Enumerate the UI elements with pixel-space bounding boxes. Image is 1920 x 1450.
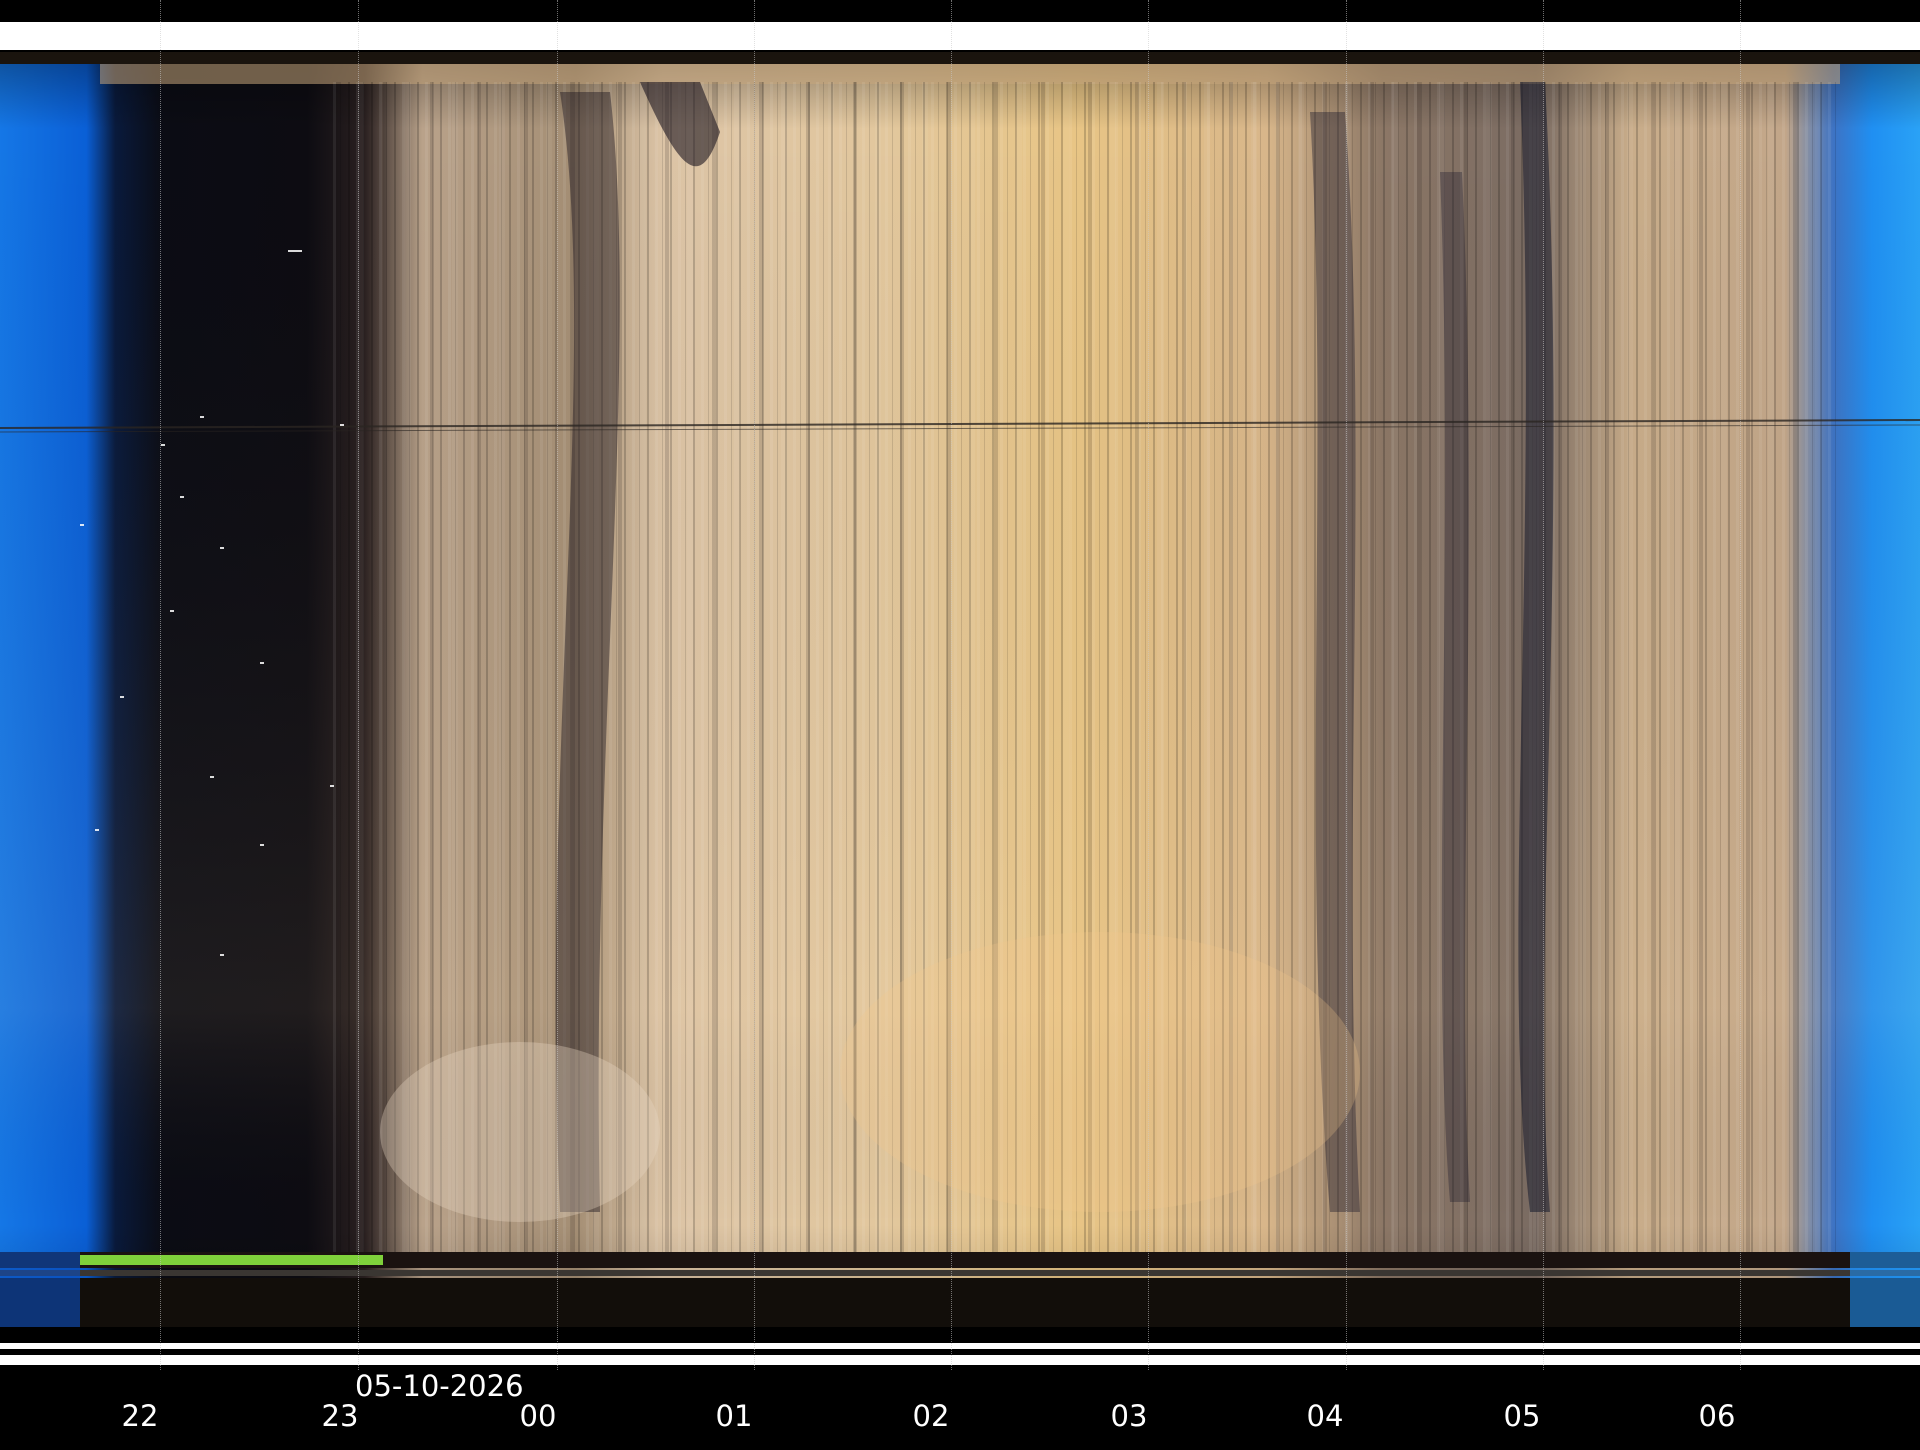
gridline-00 xyxy=(557,0,558,1370)
hour-label-02: 02 xyxy=(912,1399,950,1433)
gridline-05 xyxy=(1543,0,1544,1370)
hour-label-05: 05 xyxy=(1503,1399,1541,1433)
hour-label-03: 03 xyxy=(1110,1399,1148,1433)
gridline-01 xyxy=(754,0,755,1370)
gridline-03 xyxy=(1148,0,1149,1370)
frame-band-top xyxy=(0,22,1920,50)
gridline-06 xyxy=(1740,0,1741,1370)
gridline-04 xyxy=(1346,0,1347,1370)
frame-band-bottom-2 xyxy=(0,1355,1920,1365)
hour-label-04: 04 xyxy=(1306,1399,1344,1433)
hour-label-00: 00 xyxy=(519,1399,557,1433)
gridline-23 xyxy=(358,0,359,1370)
keogram-image xyxy=(0,52,1920,1327)
keogram-viewer: 05-10-2026 22 23 00 01 02 03 04 05 06 xyxy=(0,0,1920,1450)
hour-label-01: 01 xyxy=(715,1399,753,1433)
gridline-22 xyxy=(160,0,161,1370)
date-label: 05-10-2026 xyxy=(355,1369,524,1403)
hour-label-22: 22 xyxy=(121,1399,159,1433)
hour-label-23: 23 xyxy=(321,1399,359,1433)
hour-label-06: 06 xyxy=(1698,1399,1736,1433)
frame-band-bottom-1 xyxy=(0,1343,1920,1349)
gridline-02 xyxy=(951,0,952,1370)
